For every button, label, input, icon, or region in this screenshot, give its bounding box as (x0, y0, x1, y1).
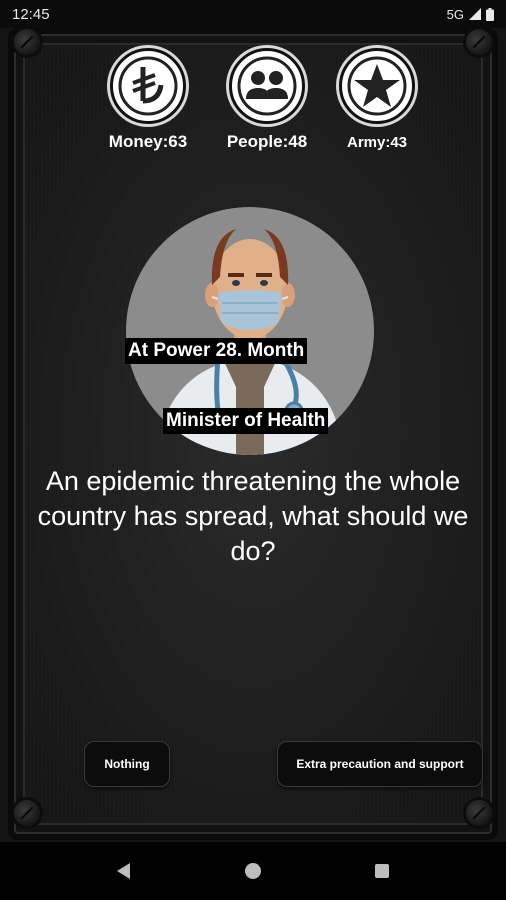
choice-left-button[interactable]: Nothing (84, 741, 170, 787)
money-label: Money:63 (108, 132, 188, 151)
back-icon[interactable] (114, 861, 134, 881)
rivet-bottom-right (466, 800, 492, 826)
rivet-bottom-left (14, 800, 40, 826)
character-role: Minister of Health (163, 408, 329, 434)
army-label: Army:43 (346, 134, 408, 151)
network-type: 5G (446, 6, 464, 22)
tenure-label: At Power 28. Month (125, 338, 308, 364)
status-time: 12:45 (12, 5, 50, 23)
stats-bar: Money:63 People:48 Army:43 (0, 48, 506, 158)
lira-icon (110, 48, 186, 124)
signal-icon (469, 8, 481, 20)
status-icons: 5G (447, 7, 494, 22)
people-label: People:48 (226, 132, 308, 151)
stat-people: People:48 (212, 48, 322, 152)
people-icon (229, 48, 305, 124)
recents-icon[interactable] (372, 861, 392, 881)
star-icon (339, 48, 415, 124)
stat-army: Army:43 (322, 48, 432, 151)
navigation-bar (0, 842, 506, 900)
choice-right-button[interactable]: Extra precaution and support (277, 741, 483, 787)
status-bar: 12:45 5G (0, 0, 506, 28)
home-icon[interactable] (243, 861, 263, 881)
question-text: An epidemic threatening the whole countr… (37, 466, 469, 566)
battery-icon (486, 7, 494, 21)
stat-money: Money:63 (93, 48, 203, 152)
